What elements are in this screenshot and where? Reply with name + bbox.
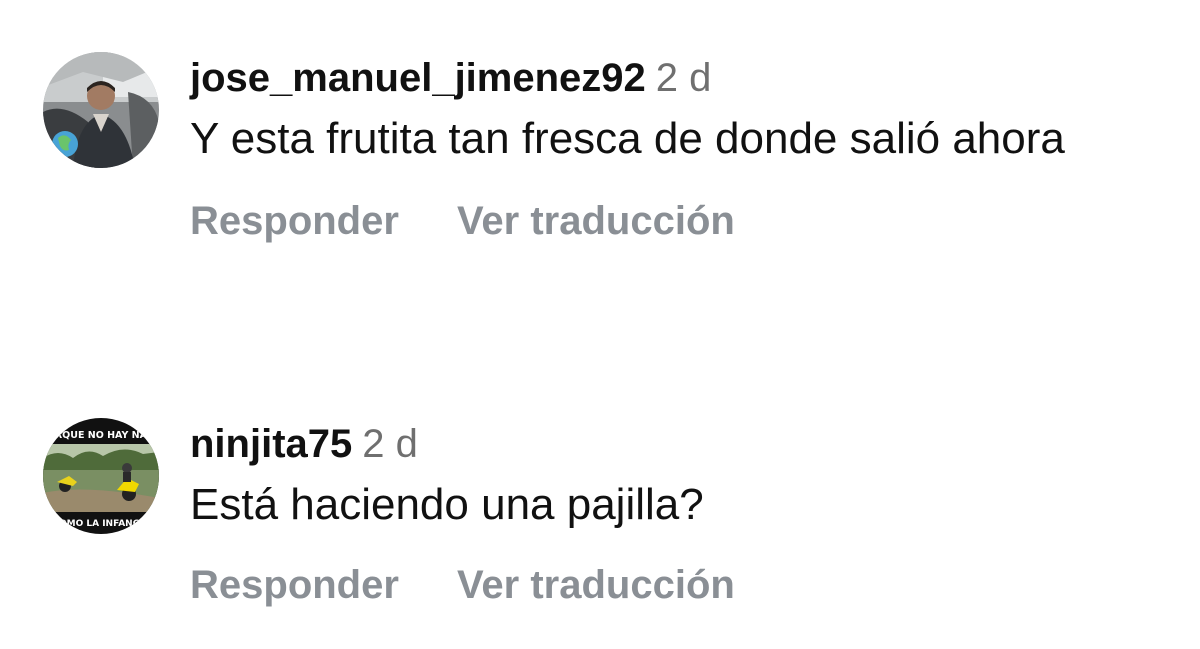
comment-header: jose_manuel_jimenez92 2 d xyxy=(190,50,1170,106)
username[interactable]: ninjita75 xyxy=(190,422,352,466)
meme-photo-icon: PORQUE NO HAY NADA COMO LA INFANCIA xyxy=(43,418,159,534)
comment-body: ninjita75 2 d Está haciendo una pajilla? … xyxy=(190,416,1170,613)
comment-text: Y esta frutita tan fresca de donde salió… xyxy=(190,114,1065,163)
avatar-text-bottom: COMO LA INFANCIA xyxy=(52,519,149,529)
username[interactable]: jose_manuel_jimenez92 xyxy=(190,56,646,100)
reply-button[interactable]: Responder xyxy=(190,193,399,249)
comment-body: jose_manuel_jimenez92 2 d Y esta frutita … xyxy=(190,50,1170,249)
comment-actions: Responder Ver traducción xyxy=(190,557,1170,613)
translate-button[interactable]: Ver traducción xyxy=(457,193,735,249)
comment-header: ninjita75 2 d xyxy=(190,416,1170,472)
translate-button[interactable]: Ver traducción xyxy=(457,557,735,613)
profile-photo-icon xyxy=(43,52,159,168)
comment-text: Está haciendo una pajilla? xyxy=(190,480,704,529)
avatar-text-top: PORQUE NO HAY NADA xyxy=(43,430,159,441)
timestamp: 2 d xyxy=(362,422,418,466)
comment-actions: Responder Ver traducción xyxy=(190,193,1170,249)
avatar[interactable]: PORQUE NO HAY NADA COMO LA INFANCIA xyxy=(43,418,159,534)
timestamp: 2 d xyxy=(655,56,712,100)
avatar[interactable] xyxy=(43,52,159,168)
reply-button[interactable]: Responder xyxy=(190,557,399,613)
